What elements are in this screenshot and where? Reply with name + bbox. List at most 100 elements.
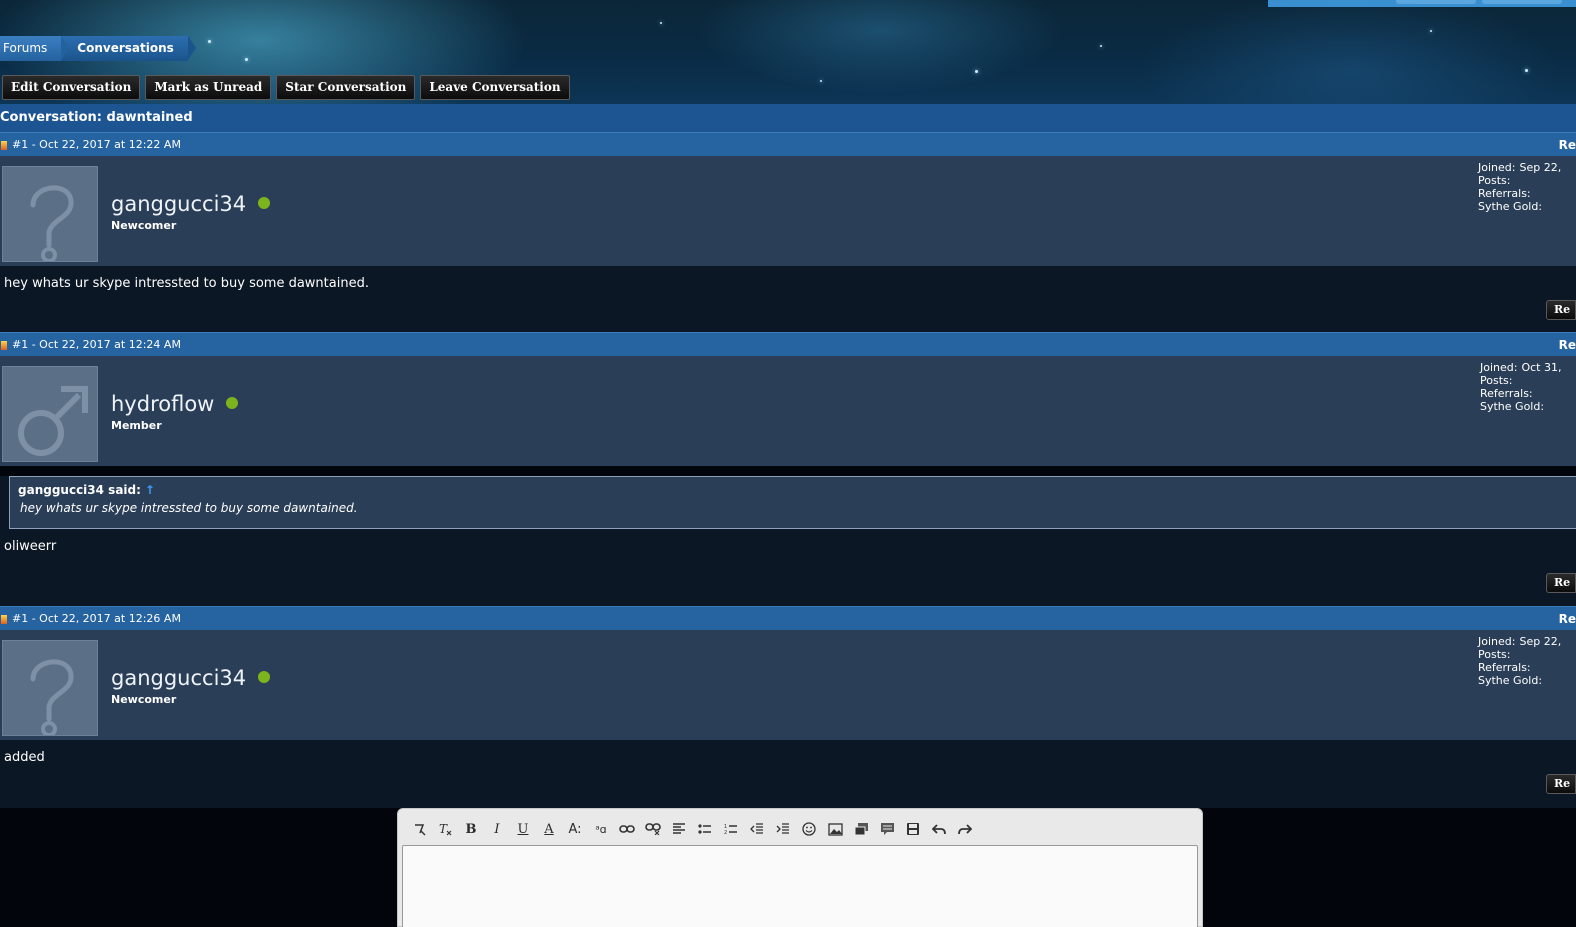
indent-icon[interactable] [770, 819, 796, 839]
reply-link[interactable]: Re [1559, 133, 1576, 157]
numbered-list-icon[interactable]: 12 [718, 819, 744, 839]
referrals-label: Referrals: [1478, 661, 1531, 674]
star-decoration [1525, 69, 1528, 72]
joined-label: Joined: [1480, 361, 1518, 374]
online-status-icon [258, 671, 271, 683]
quote-author: ganggucci34 said: [18, 483, 141, 497]
svg-text:2: 2 [724, 830, 727, 835]
user-panel: hydroflow Member Joined: Oct 31, Posts: R… [0, 356, 1576, 466]
media-icon[interactable] [848, 819, 874, 839]
italic-icon[interactable]: I [484, 819, 510, 839]
username-link[interactable]: ganggucci34 [111, 666, 246, 690]
star-decoration [1430, 30, 1432, 32]
message-header: #1 - Oct 22, 2017 at 12:26 AM Re [0, 606, 1576, 630]
text-color-icon[interactable]: A [536, 819, 562, 839]
sythe-gold-label: Sythe Gold: [1478, 200, 1543, 213]
edit-conversation-button[interactable]: Edit Conversation [2, 75, 141, 100]
align-icon[interactable] [666, 819, 692, 839]
username-link[interactable]: ganggucci34 [111, 192, 246, 216]
conversation-actions: Edit Conversation Mark as Unread Star Co… [2, 75, 570, 100]
star-decoration [1100, 45, 1102, 47]
underline-icon[interactable]: U [510, 819, 536, 839]
message-text: added [4, 750, 45, 765]
reply-button[interactable]: Re [1546, 573, 1576, 593]
user-title: Newcomer [111, 693, 177, 706]
joined-label: Joined: [1478, 161, 1516, 174]
font-size-icon[interactable]: A: [562, 819, 588, 839]
username[interactable]: hydroflow [111, 392, 239, 416]
male-symbol-avatar-icon[interactable] [2, 366, 98, 462]
message-date: #1 - Oct 22, 2017 at 12:24 AM [12, 338, 181, 351]
bullet-list-icon[interactable] [692, 819, 718, 839]
referrals-label: Referrals: [1478, 187, 1531, 200]
user-title: Newcomer [111, 219, 177, 232]
breadcrumb-conversations[interactable]: Conversations [61, 36, 196, 61]
user-title: Member [111, 419, 162, 432]
remove-format-icon[interactable] [406, 819, 432, 839]
quote-icon[interactable] [874, 819, 900, 839]
save-draft-icon[interactable] [900, 819, 926, 839]
redo-icon[interactable] [952, 819, 978, 839]
outdent-icon[interactable] [744, 819, 770, 839]
star-decoration [245, 58, 248, 61]
star-conversation-button[interactable]: Star Conversation [276, 75, 416, 100]
message-body: hey whats ur skype intressted to buy som… [0, 266, 1576, 332]
question-mark-avatar-icon[interactable] [2, 640, 98, 736]
username-link[interactable]: hydroflow [111, 392, 214, 416]
message-body: added Re [0, 740, 1576, 808]
reply-button[interactable]: Re [1546, 774, 1576, 794]
message-body: ganggucci34 said: ↑ hey whats ur skype in… [0, 476, 1576, 606]
quote-block: ganggucci34 said: ↑ hey whats ur skype in… [9, 476, 1576, 529]
header-banner: Forums Conversations Edit Conversation M… [0, 0, 1576, 104]
user-stats: Joined: Sep 22, Posts: Referrals: Sythe G… [1478, 161, 1561, 213]
bold-icon[interactable]: B [458, 819, 484, 839]
message-text: hey whats ur skype intressted to buy som… [4, 276, 369, 291]
link-icon[interactable] [614, 819, 640, 839]
message-date: #1 - Oct 22, 2017 at 12:26 AM [12, 612, 181, 625]
star-decoration [660, 22, 662, 24]
top-nav-tab[interactable] [1482, 0, 1562, 4]
breadcrumb: Forums Conversations [0, 36, 196, 61]
image-icon[interactable] [822, 819, 848, 839]
flag-icon [1, 141, 7, 150]
message-item: #1 - Oct 22, 2017 at 12:22 AM Re gangguc… [0, 132, 1576, 332]
message-header: #1 - Oct 22, 2017 at 12:22 AM Re [0, 132, 1576, 156]
online-status-icon [258, 197, 271, 209]
sythe-gold-label: Sythe Gold: [1480, 400, 1545, 413]
smiley-icon[interactable] [796, 819, 822, 839]
top-nav-tab[interactable] [1396, 0, 1476, 4]
undo-icon[interactable] [926, 819, 952, 839]
referrals-label: Referrals: [1480, 387, 1533, 400]
quote-jump-arrow-icon[interactable]: ↑ [145, 483, 155, 497]
username[interactable]: ganggucci34 [111, 666, 271, 690]
mark-unread-button[interactable]: Mark as Unread [145, 75, 272, 100]
user-panel: ganggucci34 Newcomer Joined: Sep 22, Post… [0, 156, 1576, 266]
joined-value: Oct 31, [1521, 361, 1562, 374]
leave-conversation-button[interactable]: Leave Conversation [420, 75, 570, 100]
sythe-gold-label: Sythe Gold: [1478, 674, 1543, 687]
clear-formatting-icon[interactable]: T [432, 819, 458, 839]
message-editor-textarea[interactable] [402, 845, 1198, 927]
username[interactable]: ganggucci34 [111, 192, 271, 216]
reply-link[interactable]: Re [1559, 333, 1576, 357]
quote-text: hey whats ur skype intressted to buy som… [20, 501, 358, 515]
message-date: #1 - Oct 22, 2017 at 12:22 AM [12, 138, 181, 151]
reply-link[interactable]: Re [1559, 607, 1576, 631]
message-item: #1 - Oct 22, 2017 at 12:24 AM Re hydrofl… [0, 332, 1576, 606]
top-navigation-strip [1268, 0, 1576, 7]
message-list: #1 - Oct 22, 2017 at 12:22 AM Re gangguc… [0, 132, 1576, 808]
online-status-icon [226, 397, 239, 409]
question-mark-avatar-icon[interactable] [2, 166, 98, 262]
joined-value: Sep 22, [1519, 635, 1562, 648]
posts-label: Posts: [1480, 374, 1513, 387]
message-text: oliweerr [4, 539, 57, 554]
unlink-icon[interactable] [640, 819, 666, 839]
font-family-icon[interactable]: ᵃɑ [588, 819, 614, 839]
reply-button[interactable]: Re [1546, 300, 1576, 320]
star-decoration [208, 40, 211, 43]
joined-value: Sep 22, [1519, 161, 1562, 174]
joined-label: Joined: [1478, 635, 1516, 648]
editor-toolbar: T B I U A A: ᵃɑ 12 [406, 819, 978, 839]
reply-editor: T B I U A A: ᵃɑ 12 [397, 808, 1203, 927]
breadcrumb-forums[interactable]: Forums [0, 36, 70, 61]
